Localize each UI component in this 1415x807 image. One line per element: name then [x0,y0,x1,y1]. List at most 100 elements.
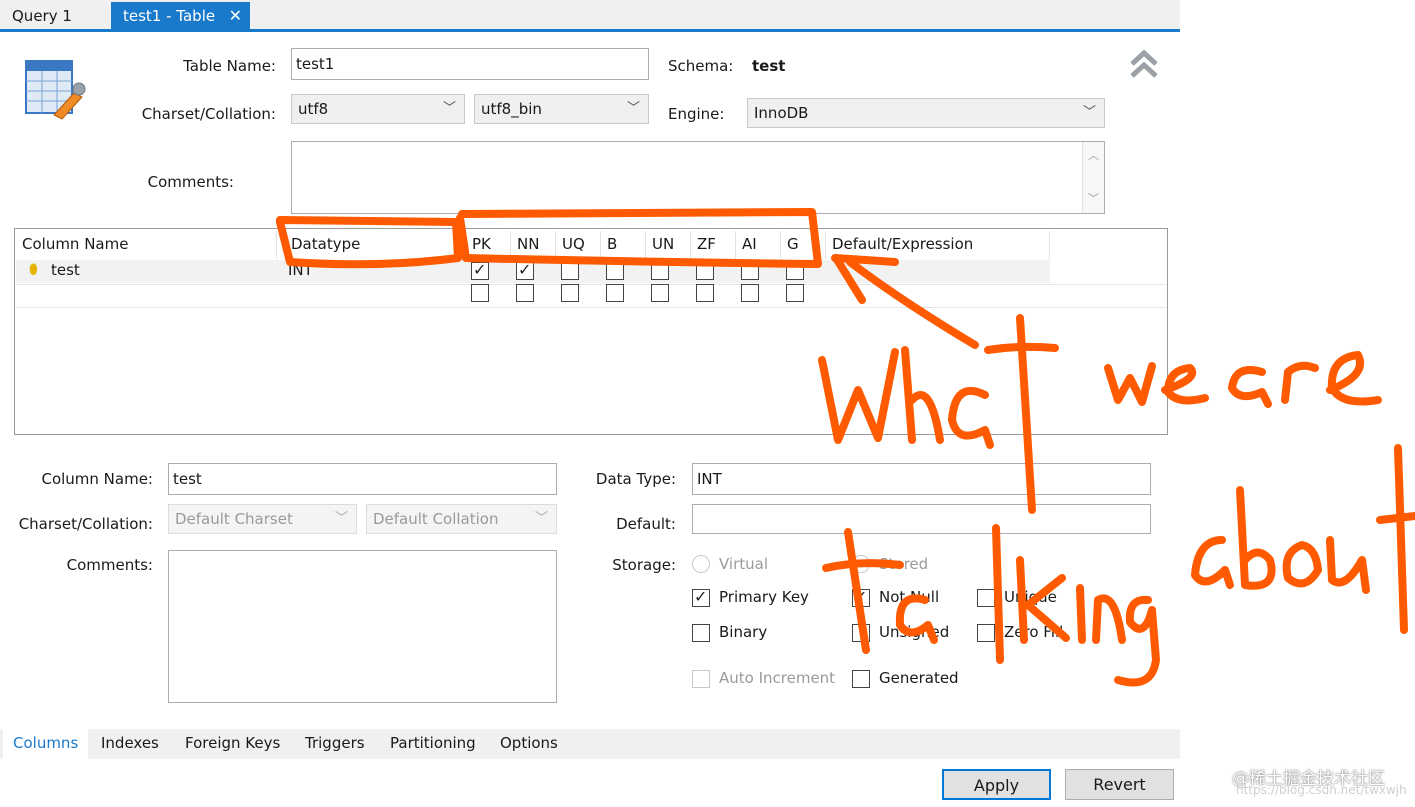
column-name-input[interactable]: test [168,463,557,495]
grid-header-column-name[interactable]: Column Name [16,231,277,259]
primary-key-checkbox-label: Primary Key [719,588,809,606]
grid-header-g[interactable]: G [781,231,826,259]
column-collation-select[interactable]: Default Collation ﹀ [366,504,557,534]
column-name-label: Column Name: [41,470,153,488]
column-collation-select-value: Default Collation [373,510,499,528]
collapse-chevron-icon[interactable] [1128,48,1160,80]
grid-header-zf[interactable]: ZF [691,231,736,259]
chevron-down-icon: ﹀ [1082,105,1096,120]
column-comments-label: Comments: [66,556,153,574]
collation-select[interactable]: utf8_bin ﹀ [474,94,649,124]
table-edit-icon [25,60,86,120]
column-charset-select-value: Default Charset [175,510,293,528]
grid-header-ai[interactable]: AI [736,231,781,259]
auto-increment-checkbox-box[interactable] [692,670,710,688]
default-label: Default: [616,515,676,533]
table-name-input[interactable]: test1 [291,48,649,80]
tab-partitioning[interactable]: Partitioning [380,729,486,759]
watermark-url: https://blog.csdn.net/twxwjh [1236,783,1407,797]
new-row-uq-checkbox[interactable] [561,284,579,302]
primary-key-icon: ⬮ [29,262,38,278]
charset-select[interactable]: utf8 ﹀ [291,94,465,124]
scroll-up-icon[interactable]: ︿ [1088,144,1099,168]
not-null-checkbox-box[interactable] [852,587,870,607]
new-row-nn-checkbox[interactable] [516,284,534,302]
engine-select[interactable]: InnoDB ﹀ [747,98,1105,128]
tab-query-1[interactable]: Query 1 [0,2,110,32]
stored-radio[interactable] [852,555,870,573]
grid-header-b[interactable]: B [601,231,646,259]
revert-button[interactable]: Revert [1065,769,1174,800]
columns-grid: Column Name Datatype PK NN UQ B UN ZF AI… [14,228,1168,435]
table-comments-textarea[interactable]: ︿ ﹀ [291,141,1105,214]
unsigned-checkbox-box[interactable] [852,624,870,642]
charset-collation-label: Charset/Collation: [141,105,276,123]
new-row-b-checkbox[interactable] [606,284,624,302]
data-type-label: Data Type: [595,470,676,488]
new-row-ai-checkbox[interactable] [741,284,759,302]
tab-foreign-keys[interactable]: Foreign Keys [175,729,290,759]
chevron-down-icon: ﹀ [534,511,548,526]
row-nn-checkbox[interactable] [516,260,534,280]
primary-key-checkbox-box[interactable] [692,587,710,607]
tab-columns[interactable]: Columns [3,729,89,759]
chevron-down-icon: ﹀ [334,511,348,526]
generated-checkbox-box[interactable] [852,670,870,688]
virtual-radio-label: Virtual [719,555,769,573]
chevron-down-icon: ﹀ [442,101,456,116]
apply-button[interactable]: Apply [942,769,1051,800]
default-input[interactable] [692,504,1151,534]
virtual-radio[interactable] [692,555,710,573]
schema-value: test [752,57,786,75]
row-g-checkbox[interactable] [786,262,804,280]
tab-triggers[interactable]: Triggers [295,729,375,759]
binary-checkbox-box[interactable] [692,624,710,642]
table-comments-label: Comments: [147,173,234,191]
data-type-input[interactable]: INT [692,463,1151,495]
not-null-checkbox-label: Not Null [879,588,940,606]
row-un-checkbox[interactable] [651,262,669,280]
row-b-checkbox[interactable] [606,262,624,280]
storage-label: Storage: [612,556,676,574]
grid-header-uq[interactable]: UQ [556,231,601,259]
table-editor-panel: Query 1 test1 - Table ✕ Table Name: test… [0,0,1180,807]
row-uq-checkbox[interactable] [561,262,579,280]
scroll-down-icon[interactable]: ﹀ [1088,187,1099,211]
table-name-label: Table Name: [183,57,276,75]
grid-header-default-expression[interactable]: Default/Expression [826,231,1050,259]
grid-header-un[interactable]: UN [646,231,691,259]
column-comments-textarea[interactable] [168,550,557,703]
collation-select-value: utf8_bin [481,100,542,118]
unique-checkbox-box[interactable] [977,589,995,607]
tab-indexes[interactable]: Indexes [91,729,169,759]
new-row-g-checkbox[interactable] [786,284,804,302]
tab-options[interactable]: Options [490,729,568,759]
row-pk-checkbox[interactable] [471,260,489,280]
row-datatype[interactable]: INT [288,261,313,279]
close-tab-icon[interactable]: ✕ [229,2,242,30]
row-zf-checkbox[interactable] [696,262,714,280]
row-divider [16,307,1166,308]
charset-select-value: utf8 [298,100,329,118]
editor-tab-strip: Query 1 test1 - Table ✕ [0,0,1180,32]
stored-radio-label: Stored [879,555,929,573]
unique-checkbox-label: Unique [1004,588,1057,606]
unsigned-checkbox-label: Unsigned [879,623,950,641]
row-ai-checkbox[interactable] [741,262,759,280]
new-row-un-checkbox[interactable] [651,284,669,302]
zero-fill-checkbox-box[interactable] [977,624,995,642]
engine-select-value: InnoDB [754,104,809,122]
editor-section-tabs: Columns Indexes Foreign Keys Triggers Pa… [0,729,1180,759]
grid-header-datatype[interactable]: Datatype [285,231,466,259]
comments-scrollbar[interactable]: ︿ ﹀ [1082,142,1104,213]
grid-header-pk[interactable]: PK [466,231,511,259]
tab-test1-table[interactable]: test1 - Table ✕ [111,2,250,32]
grid-header-nn[interactable]: NN [511,231,556,259]
column-charset-collation-label: Charset/Collation: [18,515,153,533]
new-row-pk-checkbox[interactable] [471,284,489,302]
engine-label: Engine: [668,105,725,123]
row-column-name[interactable]: test [51,261,80,279]
column-charset-select[interactable]: Default Charset ﹀ [168,504,357,534]
zero-fill-checkbox-label: Zero Fill [1004,623,1064,641]
new-row-zf-checkbox[interactable] [696,284,714,302]
